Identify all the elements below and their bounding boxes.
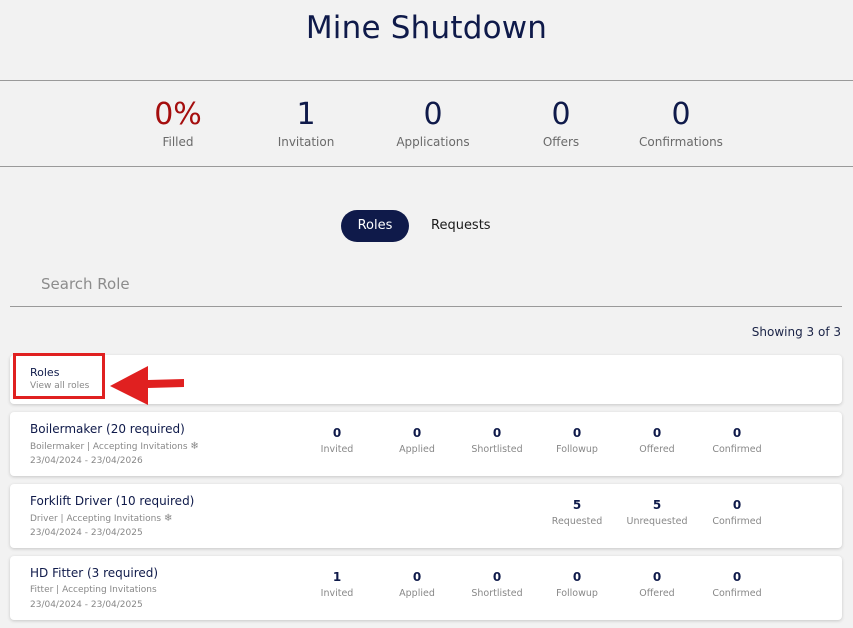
role-dates: 23/04/2024 - 23/04/2025 [30,528,143,538]
stat-filled-value: 0% [154,97,202,132]
divider [0,80,853,81]
stat-invitation-value: 1 [296,97,316,132]
red-arrow-annotation [110,366,184,405]
stat-filled-label: Filled [162,135,194,149]
metric-offered: 0 Offered [639,570,675,599]
metric-confirmed: 0 Confirmed [712,426,762,455]
metric-invited: 0 Invited [320,426,354,455]
results-count: Showing 3 of 3 [751,325,841,339]
metric-unrequested: 5 Unrequested [626,498,688,527]
role-card-boilermaker[interactable]: Boilermaker (20 required) Boilermaker | … [10,412,842,476]
metric-shortlisted: 0 Shortlisted [471,570,523,599]
metric-confirmed: 0 Confirmed [712,498,762,527]
stat-confirmations-value: 0 [671,97,691,132]
roles-header-title: Roles [30,366,60,379]
stat-filled: 0% Filled [113,96,243,149]
role-name: HD Fitter (3 required) [30,566,159,580]
metric-requested: 5 Requested [551,498,603,527]
metric-offered: 0 Offered [639,426,675,455]
stat-applications-label: Applications [396,135,470,149]
stat-confirmations: 0 Confirmations [616,96,746,149]
role-name: Forklift Driver (10 required) [30,494,195,508]
role-card-forklift-driver[interactable]: Forklift Driver (10 required) Driver | A… [10,484,842,548]
stat-offers-label: Offers [542,135,580,149]
divider [0,166,853,167]
role-subtitle: Driver | Accepting Invitations ❄ [30,513,173,524]
stat-confirmations-label: Confirmations [639,135,723,149]
role-dates: 23/04/2024 - 23/04/2025 [30,600,143,610]
stat-offers: 0 Offers [496,96,626,149]
metric-applied: 0 Applied [399,570,435,599]
metric-confirmed: 0 Confirmed [712,570,762,599]
role-name: Boilermaker (20 required) [30,422,185,436]
stat-applications: 0 Applications [368,96,498,149]
stat-offers-value: 0 [551,97,571,132]
tab-requests[interactable]: Requests [431,210,495,242]
role-subtitle: Fitter | Accepting Invitations [30,585,157,595]
metric-followup: 0 Followup [556,570,598,599]
tab-roles[interactable]: Roles [341,210,409,242]
role-subtitle: Boilermaker | Accepting Invitations ❄ [30,441,199,452]
metric-invited: 1 Invited [320,570,354,599]
search-role-input[interactable] [10,262,842,307]
metric-followup: 0 Followup [556,426,598,455]
metric-applied: 0 Applied [399,426,435,455]
metric-shortlisted: 0 Shortlisted [471,426,523,455]
snowflake-icon: ❄ [190,441,199,452]
snowflake-icon: ❄ [163,513,173,524]
page-title: Mine Shutdown [305,10,548,46]
stat-invitation-label: Invitation [277,135,335,149]
stat-invitation: 1 Invitation [241,96,371,149]
stat-applications-value: 0 [423,97,443,132]
role-card-hd-fitter[interactable]: HD Fitter (3 required) Fitter | Acceptin… [10,556,842,620]
view-all-roles-link[interactable]: View all roles [30,381,89,391]
role-dates: 23/04/2024 - 23/04/2026 [30,456,143,466]
